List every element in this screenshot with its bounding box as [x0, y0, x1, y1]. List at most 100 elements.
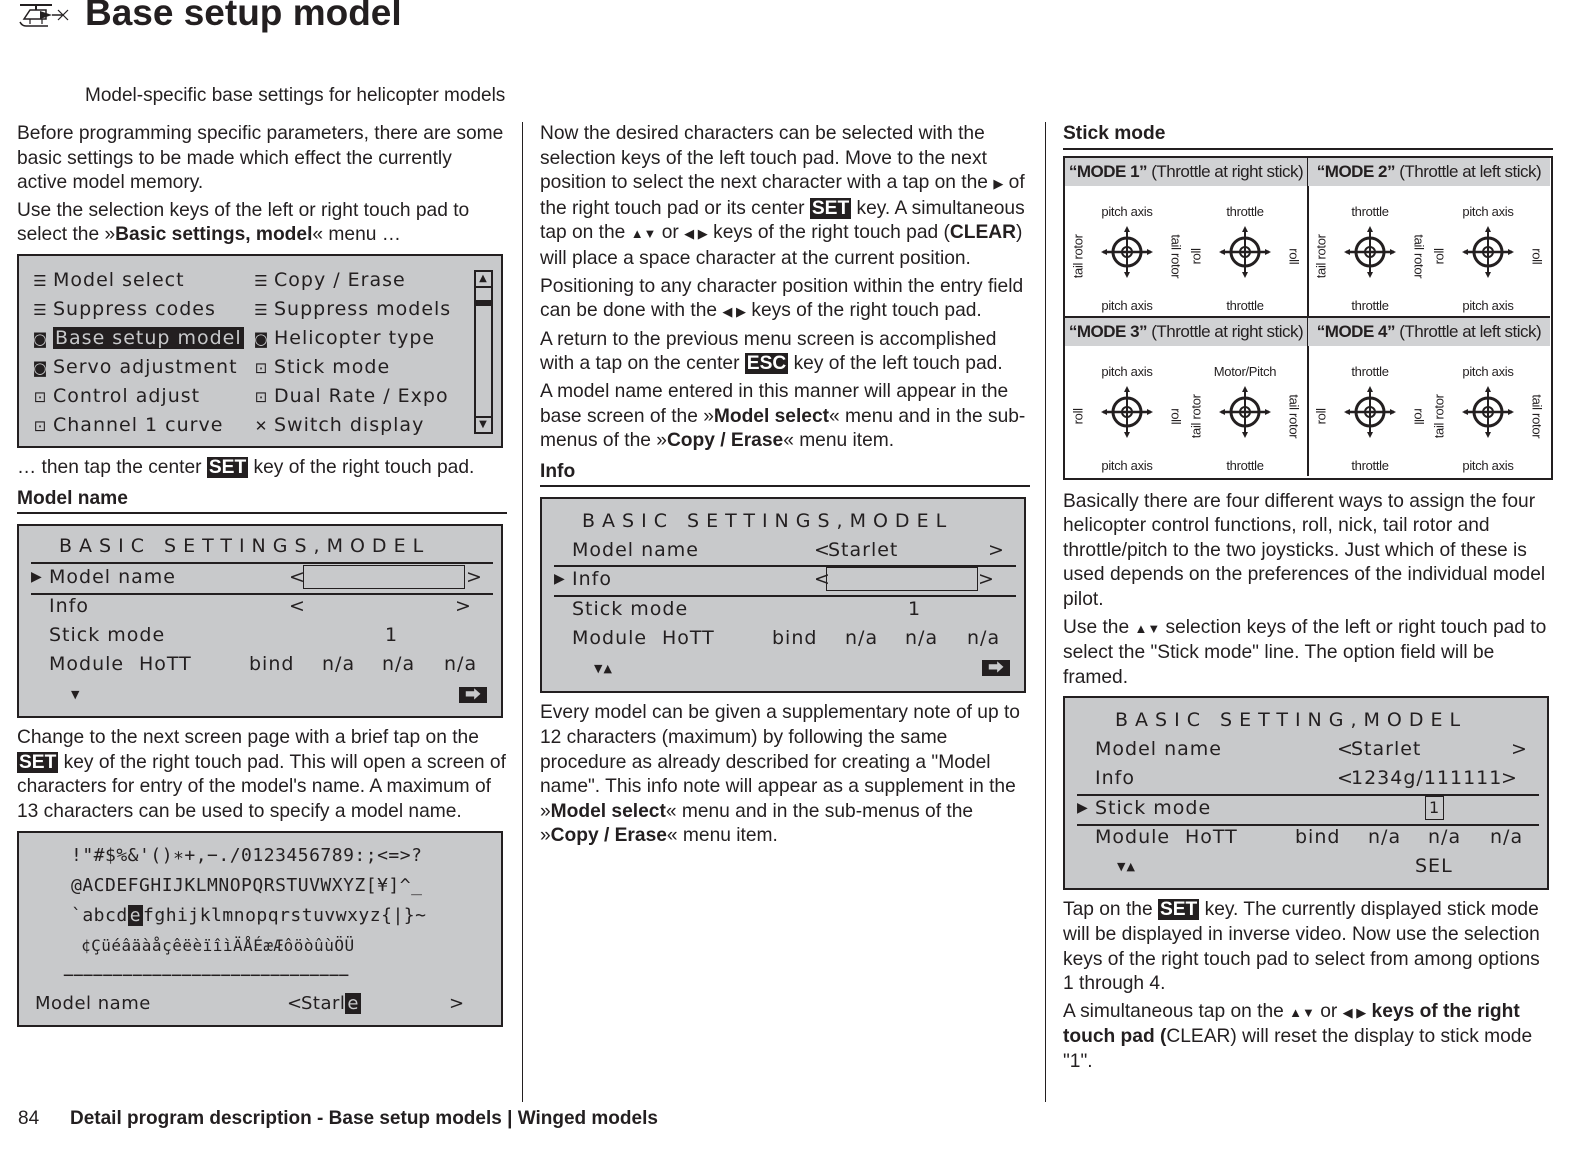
- scroll-down-icon[interactable]: ▼: [476, 415, 491, 432]
- axis-label-left: tail rotor: [1070, 233, 1086, 278]
- screen-title: BASIC SETTING,MODEL: [1115, 709, 1468, 732]
- module-row[interactable]: Module HoTT bind n/a n/a n/a: [19, 650, 501, 679]
- char-selection-paragraph: Now the desired characters can be select…: [540, 123, 1025, 269]
- menu-item[interactable]: ◙ Servo adjustment: [31, 353, 244, 382]
- axis-label-right: roll: [1168, 407, 1184, 424]
- chevron-right-icon[interactable]: >: [988, 536, 1005, 565]
- menu-item[interactable]: ☰ Suppress models: [252, 295, 451, 324]
- joystick-icon: [1101, 385, 1153, 438]
- stick-mode-row[interactable]: Stick mode 1: [542, 595, 1024, 624]
- charset-row-1[interactable]: !"#$%&'()∗+,−./0123456789:;<=>?: [71, 841, 422, 870]
- set-key-badge: SET: [206, 456, 249, 478]
- stick-mode-option-field[interactable]: 1: [1425, 796, 1445, 821]
- menu-item[interactable]: ◙ Helicopter type: [252, 324, 451, 353]
- basic-settings-screen-2: BASIC SETTINGS,MODEL Model name < Starle…: [540, 497, 1026, 694]
- column-3: Stick mode “MODE 1” (Throttle at right s…: [1063, 122, 1553, 1078]
- bind-option[interactable]: bind: [1295, 823, 1340, 852]
- chevron-right-icon[interactable]: >: [1501, 764, 1518, 793]
- set-key-badge: SET: [1157, 899, 1200, 921]
- helicopter-icon: [19, 4, 69, 27]
- chevron-right-icon[interactable]: >: [449, 989, 465, 1018]
- axis-label-left: roll: [1070, 407, 1086, 424]
- bind-option[interactable]: bind: [249, 650, 294, 679]
- column-divider: [1045, 122, 1046, 1102]
- charset-row-3[interactable]: `abcd e fghijklmnopqrstuvwxyz{|}~: [71, 901, 426, 930]
- menu-item-label: Switch display: [274, 413, 425, 436]
- bind-option[interactable]: bind: [772, 624, 817, 653]
- left-right-arrows-icon: ◀ ▶: [684, 226, 708, 242]
- set-key-badge: SET: [17, 751, 59, 773]
- axis-label-top: pitch axis: [1101, 203, 1153, 219]
- axis-label-right: roll: [1286, 247, 1302, 264]
- menu-item[interactable]: ☰ Copy / Erase: [252, 266, 451, 295]
- model-name-row[interactable]: Model name < Starlet >: [542, 536, 1024, 565]
- menu-item[interactable]: ☰ Suppress codes: [31, 295, 244, 324]
- stick-mode-explanation: Basically there are four different ways …: [1063, 490, 1546, 610]
- menu-item[interactable]: ☰ Model select: [31, 266, 244, 295]
- switch-icon: ✕: [254, 416, 268, 435]
- menu-item[interactable]: ⊡ Control adjust: [31, 382, 244, 411]
- stick-mode-title: “MODE 2” (Throttle at left stick): [1308, 157, 1550, 186]
- menu-item[interactable]: ⊡ Channel 1 curve: [31, 411, 244, 440]
- next-page-arrow-icon[interactable]: ⮕: [982, 660, 1010, 677]
- model-name-row[interactable]: ▶ Model name < >: [19, 563, 501, 592]
- footer-section-title: Detail program description - Base setup …: [70, 1108, 658, 1129]
- menu-scrollbar[interactable]: ▲ ▼: [474, 269, 493, 434]
- menu-item[interactable]: ✕ Switch display: [252, 411, 451, 440]
- model-name-row[interactable]: Model name < Starlet >: [1065, 735, 1547, 764]
- axis-label-left: tail rotor: [1188, 393, 1204, 438]
- charset-row-4[interactable]: ¢ÇüéâäàåçêëèïîìÄÅÉæÆôöòûùÖÜ: [81, 931, 355, 960]
- model-name-input[interactable]: [303, 565, 465, 590]
- menu-item-label: Base setup model: [53, 326, 244, 349]
- screen-title: BASIC SETTINGS,MODEL: [582, 510, 954, 533]
- module-row[interactable]: Module HoTT bind n/a n/a n/a: [1065, 823, 1547, 852]
- model-name-value: Starlet: [1351, 738, 1422, 761]
- scroll-up-icon[interactable]: ▲: [476, 272, 491, 288]
- left-right-arrows-icon: ◀ ▶: [1342, 1004, 1367, 1020]
- menu-item-label: Helicopter type: [274, 326, 436, 349]
- next-page-arrow-icon[interactable]: ⮕: [459, 687, 487, 704]
- page-number: 84: [18, 1108, 40, 1129]
- row-pointer-icon: ▶: [1077, 800, 1089, 817]
- list-icon: ☰: [33, 271, 47, 290]
- chevron-right-icon[interactable]: >: [1511, 735, 1528, 764]
- axis-label-top: throttle: [1351, 203, 1389, 219]
- chevron-right-icon[interactable]: >: [455, 592, 472, 621]
- stick-icon: ⊡: [254, 387, 268, 406]
- menu-item-label: Copy / Erase: [274, 268, 406, 291]
- module-row[interactable]: Module HoTT bind n/a n/a n/a: [542, 624, 1024, 653]
- chevron-right-icon[interactable]: >: [466, 563, 483, 592]
- axis-label-bottom: throttle: [1351, 297, 1389, 313]
- stick-mode-row[interactable]: Stick mode 1: [19, 621, 501, 650]
- info-value: 1234g/111111: [1351, 767, 1503, 790]
- menu-item[interactable]: ⊡ Stick mode: [252, 353, 451, 382]
- axis-label-bottom: pitch axis: [1462, 457, 1514, 473]
- axis-label-bottom: pitch axis: [1101, 457, 1153, 473]
- positioning-paragraph: Positioning to any character position wi…: [540, 275, 1024, 322]
- info-note-paragraph: Every model can be given a supplementary…: [540, 702, 1020, 847]
- joystick-icon: [1344, 225, 1396, 278]
- up-down-arrows-icon: ▲▼: [630, 226, 657, 242]
- model-name-entry-row[interactable]: Model name < Starl e >: [19, 989, 501, 1018]
- info-row[interactable]: Info < 1234g/111111 >: [1065, 764, 1547, 793]
- axis-label-top: pitch axis: [1462, 203, 1514, 219]
- model-name-value[interactable]: Starl e: [301, 989, 361, 1018]
- chevron-right-icon[interactable]: >: [978, 565, 995, 594]
- menu-item[interactable]: ⊡ Dual Rate / Expo: [252, 382, 451, 411]
- stick-mode-row[interactable]: ▶ Stick mode 1: [1065, 794, 1547, 823]
- joystick-icon: [1344, 385, 1396, 438]
- scroll-thumb[interactable]: [476, 299, 491, 306]
- charset-row-2[interactable]: @ACDEFGHIJKLMNOPQRSTUVWXYZ[¥]^_: [71, 871, 422, 900]
- axis-label-right: roll: [1529, 247, 1545, 264]
- axis-label-top: pitch axis: [1101, 363, 1153, 379]
- stick-mode-cell: “MODE 4” (Throttle at left stick) throttl…: [1308, 317, 1550, 476]
- menu-item[interactable]: ◙ Base setup model: [31, 324, 244, 353]
- model-name-appear-paragraph: A model name entered in this manner will…: [540, 380, 1026, 452]
- selected-char[interactable]: e: [127, 904, 144, 926]
- up-down-arrows-icon: ▲▼: [1134, 620, 1161, 636]
- info-row[interactable]: ▶ Info < >: [542, 565, 1024, 594]
- stick-icon: ⊡: [33, 387, 47, 406]
- chevron-left-icon[interactable]: <: [289, 592, 306, 621]
- info-row[interactable]: Info < >: [19, 592, 501, 621]
- info-input[interactable]: [826, 567, 978, 592]
